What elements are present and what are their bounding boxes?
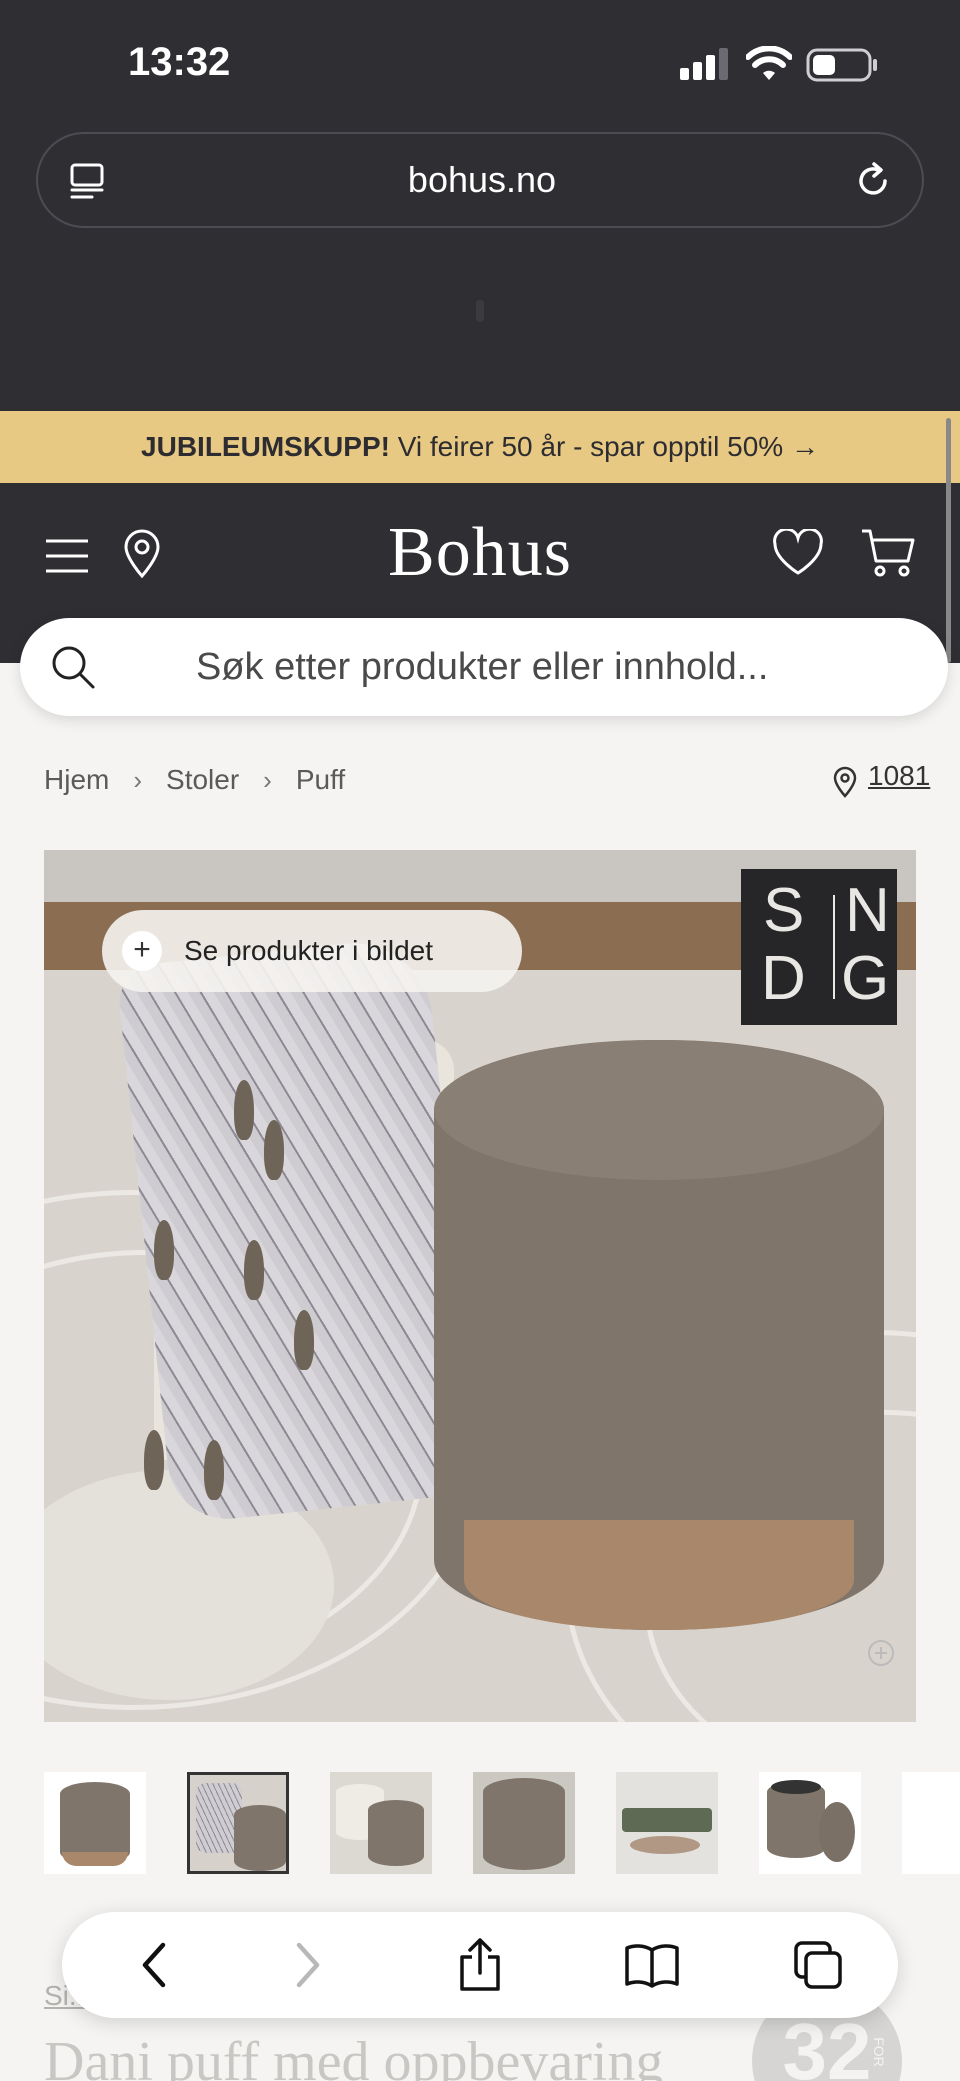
store-code-link[interactable]: 1081 <box>868 760 930 792</box>
wifi-icon <box>746 46 792 80</box>
store-pin-icon <box>833 766 857 798</box>
thumbnail[interactable] <box>902 1772 960 1874</box>
thumbnail[interactable] <box>473 1772 575 1874</box>
brand-logo-badge: S N D G <box>741 869 897 1025</box>
chevron-right-icon: › <box>133 764 143 795</box>
promo-bold: JUBILEUMSKUPP! <box>141 431 390 462</box>
image-tassel <box>234 1080 254 1140</box>
thumbnail[interactable] <box>616 1772 718 1874</box>
signal-icon <box>680 48 728 80</box>
breadcrumb: Hjem › Stoler › Puff <box>44 760 345 800</box>
image-brown-pouf-base <box>464 1520 854 1630</box>
share-button[interactable] <box>444 1929 516 2001</box>
image-tassel <box>144 1430 164 1490</box>
plus-icon: + <box>122 931 162 971</box>
see-products-label: Se produkter i bildet <box>184 935 434 966</box>
search-placeholder: Søk etter produkter eller innhold... <box>196 646 769 688</box>
image-tassel <box>264 1120 284 1180</box>
search-bar[interactable]: Søk etter produkter eller innhold... <box>20 618 948 716</box>
image-tassel <box>294 1310 314 1370</box>
breadcrumb-pouf[interactable]: Puff <box>296 764 345 796</box>
status-time: 13:32 <box>128 40 231 84</box>
tabs-overview-icon <box>794 1941 842 1989</box>
brand-letter: S <box>763 876 805 945</box>
image-tassel <box>154 1220 174 1280</box>
image-tassel <box>244 1240 264 1300</box>
image-tassel <box>204 1440 224 1500</box>
deal-suffix: FOR <box>870 2037 887 2067</box>
image-brown-pouf-top <box>434 1040 884 1180</box>
chevron-right-icon: › <box>263 764 272 795</box>
thumbnail[interactable] <box>759 1772 861 1874</box>
url-text: bohus.no <box>407 159 557 200</box>
promo-text: Vi feirer 50 år - spar opptil 50% → <box>389 431 819 462</box>
brand-letter: D <box>761 944 806 1013</box>
tabs-button[interactable] <box>782 1929 854 2001</box>
reload-icon[interactable] <box>852 160 894 202</box>
bookmarks-button[interactable] <box>616 1929 688 2001</box>
browser-toolbar <box>62 1912 898 2018</box>
forward-button[interactable] <box>272 1929 344 2001</box>
zoom-icon[interactable] <box>866 1638 896 1668</box>
brand-letter: N <box>845 876 890 945</box>
scrollbar[interactable] <box>946 418 951 663</box>
breadcrumb-home[interactable]: Hjem <box>44 764 109 796</box>
share-icon <box>460 1938 500 1991</box>
thumbnail[interactable] <box>330 1772 432 1874</box>
search-icon[interactable] <box>50 644 96 690</box>
thumbnail-strip <box>44 1772 960 1878</box>
reader-mode-icon[interactable] <box>68 162 108 202</box>
wishlist-heart-icon[interactable] <box>772 529 824 577</box>
address-bar[interactable]: bohus.no <box>36 132 924 228</box>
see-products-in-image-button[interactable]: + Se produkter i bildet <box>102 910 522 992</box>
battery-icon <box>806 48 877 82</box>
brand-divider <box>833 895 835 999</box>
thumbnail[interactable] <box>187 1772 289 1874</box>
product-title: Dani puff med oppbevaring <box>44 2031 664 2081</box>
shopping-cart-icon[interactable] <box>860 527 916 579</box>
loading-indicator <box>476 300 484 322</box>
back-button[interactable] <box>118 1929 190 2001</box>
browser-top-bar: 13:32 bohus.no <box>0 0 960 411</box>
chevron-right-icon <box>296 1942 320 1988</box>
breadcrumb-chairs[interactable]: Stoler <box>166 764 239 796</box>
thumbnail[interactable] <box>44 1772 146 1874</box>
product-main-image[interactable]: + Se produkter i bildet S N D G <box>44 850 916 1722</box>
chevron-left-icon <box>142 1942 166 1988</box>
book-icon <box>625 1944 679 1988</box>
brand-letter: G <box>841 944 890 1013</box>
promo-banner[interactable]: JUBILEUMSKUPP! Vi feirer 50 år - spar op… <box>0 411 960 483</box>
